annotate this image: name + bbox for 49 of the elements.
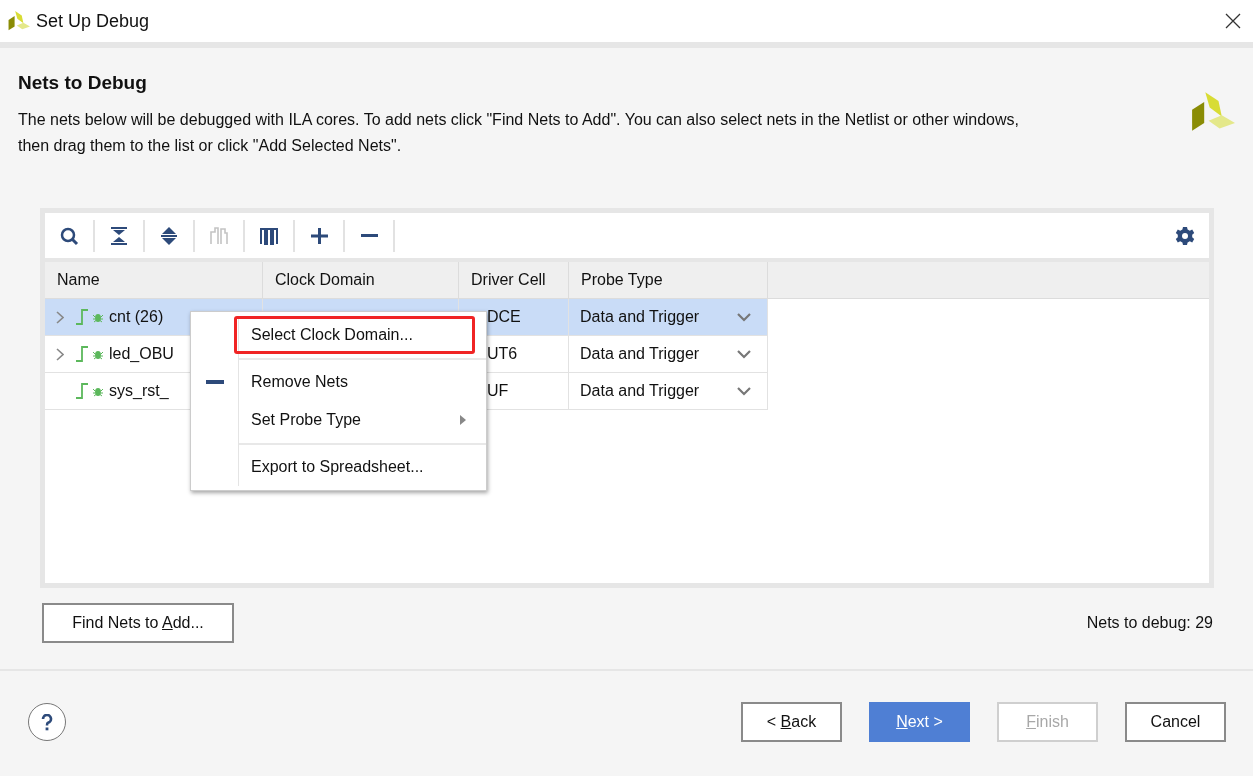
table-cell: Data and Trigger: [580, 382, 700, 400]
collapse-all-icon: [109, 225, 129, 246]
help-button[interactable]: [28, 703, 66, 741]
menu-item[interactable]: Export to Spreadsheet...: [234, 448, 475, 486]
menu-item[interactable]: Select Clock Domain...: [234, 316, 475, 354]
minus-icon: [360, 234, 378, 237]
column-header[interactable]: Name: [45, 262, 263, 299]
column-header[interactable]: Driver Cell: [458, 262, 569, 299]
app-logo-icon: [8, 10, 30, 32]
pulse-icon: [259, 225, 279, 246]
menu-item[interactable]: Remove Nets: [234, 363, 475, 401]
dialog-button[interactable]: Next >: [869, 702, 970, 742]
dialog-button[interactable]: Cancel: [1125, 702, 1226, 742]
table-cell-text: UT6: [486, 345, 518, 362]
submenu-arrow-icon: [460, 415, 466, 425]
dropdown-caret-icon[interactable]: [737, 312, 751, 322]
net-step-icon: [75, 383, 89, 399]
table-cell-text: UF: [486, 382, 509, 399]
net-name: sys_rst_: [109, 382, 169, 400]
description-text: The nets below will be debugged with ILA cores. To add nets click "Find Nets to Add". You can also select nets in the Netlist or other windows, then drag them to the list or click "Add Selected Nets".: [18, 110, 1020, 156]
chevron-right-icon[interactable]: [56, 347, 64, 361]
column-header[interactable]: Probe Type: [568, 262, 768, 299]
waveform-icon: [209, 225, 229, 246]
table-cell: Data and Trigger: [580, 345, 700, 363]
net-step-icon: [75, 346, 89, 362]
window-title: Set Up Debug: [36, 10, 151, 32]
table-cell: Data and Trigger: [580, 308, 700, 326]
bug-icon: [93, 385, 103, 397]
bug-icon: [93, 348, 103, 360]
plus-icon: [309, 225, 329, 246]
nets-count-text: Nets to debug: 29: [1086, 614, 1213, 632]
net-name: led_OBU: [109, 345, 174, 363]
bug-icon: [93, 311, 103, 323]
settings-icon[interactable]: [1175, 225, 1195, 246]
menu-item[interactable]: Set Probe Type: [234, 401, 475, 439]
chevron-right-icon[interactable]: [56, 310, 64, 324]
net-step-icon: [75, 309, 89, 325]
expand-all-icon: [159, 225, 179, 246]
page-heading: Nets to Debug: [18, 72, 148, 94]
dropdown-caret-icon[interactable]: [737, 349, 751, 359]
dropdown-caret-icon[interactable]: [737, 386, 751, 396]
column-header[interactable]: Clock Domain: [262, 262, 459, 299]
dialog-button[interactable]: < Back: [741, 702, 842, 742]
table-cell-text: DCE: [486, 308, 521, 325]
help-icon: [41, 713, 53, 731]
search-icon: [59, 225, 79, 246]
close-icon[interactable]: [1225, 13, 1241, 29]
find-nets-button[interactable]: Find Nets to Add...: [42, 603, 234, 643]
net-name: cnt (26): [109, 308, 164, 326]
